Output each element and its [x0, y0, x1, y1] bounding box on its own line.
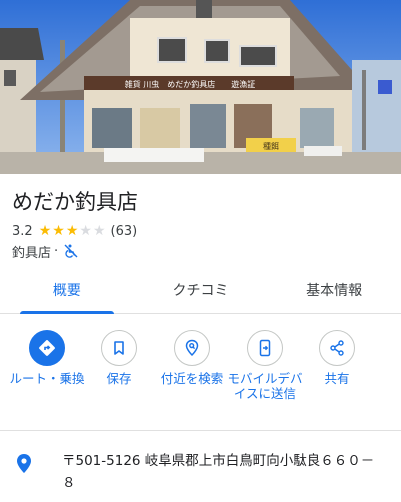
- place-photo[interactable]: 雑貨 川虫 めだか釣具店 遊漁証 種餌: [0, 0, 401, 174]
- share-label: 共有: [324, 371, 350, 386]
- category-row: 釣具店 ·: [12, 242, 79, 261]
- directions-button[interactable]: ルート・乗換: [9, 330, 85, 386]
- section-divider: [0, 430, 401, 431]
- tab-bar: 概要 クチコミ 基本情報: [0, 272, 401, 314]
- place-title: めだか釣具店: [12, 190, 138, 214]
- star-empty-icon: ★: [79, 223, 92, 239]
- photo-shop-sign: 種餌: [263, 141, 279, 151]
- star-filled-icon: ★: [52, 223, 65, 239]
- separator-dot: ·: [54, 243, 59, 259]
- photo-sign-text: 雑貨 川虫 めだか釣具店 遊漁証: [125, 79, 256, 89]
- nearby-icon: [174, 330, 210, 366]
- star-empty-icon: ★: [92, 223, 106, 239]
- nearby-button[interactable]: 付近を検索: [155, 330, 229, 386]
- category-label[interactable]: 釣具店: [12, 242, 51, 261]
- address-text: 〒501-5126 岐阜県郡上市白鳥町向小駄良６６０－８: [62, 453, 375, 491]
- rating-row[interactable]: 3.2 ★ ★ ★ ★ ★ (63): [12, 222, 137, 240]
- bookmark-icon: [101, 330, 137, 366]
- tab-reviews[interactable]: クチコミ: [134, 272, 268, 313]
- wheelchair-not-accessible-icon: [64, 244, 78, 258]
- rating-value: 3.2: [12, 223, 33, 239]
- star-filled-icon: ★: [38, 223, 52, 239]
- save-button[interactable]: 保存: [82, 330, 156, 386]
- share-icon: [319, 330, 355, 366]
- share-button[interactable]: 共有: [300, 330, 374, 386]
- tab-overview[interactable]: 概要: [0, 272, 134, 314]
- tab-about[interactable]: 基本情報: [267, 272, 401, 313]
- send-to-phone-button[interactable]: モバイルデバイスに送信: [227, 330, 303, 401]
- review-count[interactable]: (63): [111, 224, 138, 239]
- star-filled-icon: ★: [65, 223, 79, 239]
- location-pin-icon: [14, 452, 34, 480]
- directions-icon: [29, 330, 65, 366]
- send-to-phone-icon: [247, 330, 283, 366]
- star-rating: ★ ★ ★ ★ ★: [39, 224, 106, 238]
- action-bar: ルート・乗換 保存 付近を検索 モバイルデバイスに送信 共有: [0, 330, 401, 422]
